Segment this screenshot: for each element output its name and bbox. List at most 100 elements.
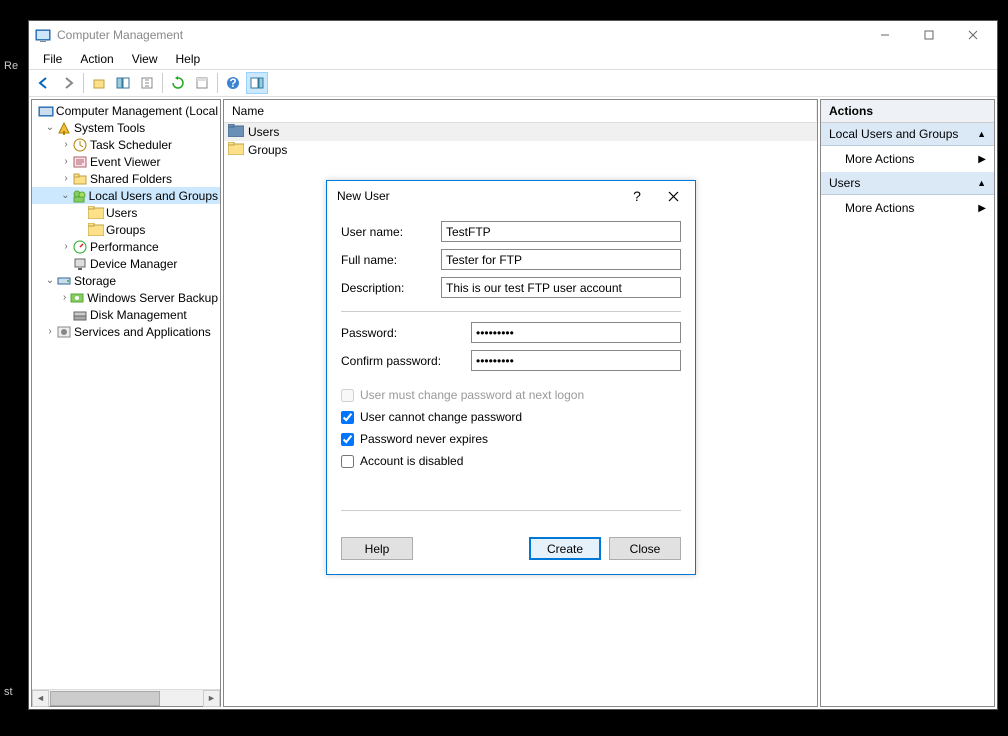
tree-services-apps[interactable]: › Services and Applications (32, 323, 220, 340)
cannot-change-checkbox[interactable] (341, 411, 354, 424)
tree-root[interactable]: Computer Management (Local (32, 102, 220, 119)
tree-label: Disk Management (90, 308, 187, 322)
never-expires-checkbox[interactable] (341, 433, 354, 446)
folder-icon (228, 142, 244, 158)
cropped-text: Re (4, 60, 18, 72)
close-button[interactable] (951, 21, 995, 49)
tree-shared-folders[interactable]: › Shared Folders (32, 170, 220, 187)
list-item-label: Groups (248, 143, 287, 157)
tree-ws-backup[interactable]: › Windows Server Backup (32, 289, 220, 306)
list-item-users[interactable]: Users (224, 123, 817, 141)
tree-pane: Computer Management (Local ⌄ System Tool… (31, 99, 221, 707)
help-button[interactable]: Help (341, 537, 413, 560)
actions-more-1[interactable]: More Actions ▶ (821, 146, 994, 172)
collapse-icon: ▲ (977, 129, 986, 139)
actions-section-lug[interactable]: Local Users and Groups ▲ (821, 123, 994, 146)
export-button[interactable] (136, 72, 158, 94)
actions-section-users[interactable]: Users ▲ (821, 172, 994, 195)
list-header[interactable]: Name (224, 100, 817, 123)
tree-label: Performance (90, 240, 159, 254)
checkbox-label: Account is disabled (360, 454, 463, 468)
must-change-checkbox (341, 389, 354, 402)
show-hide-button[interactable] (112, 72, 134, 94)
actions-pane: Actions Local Users and Groups ▲ More Ac… (820, 99, 995, 707)
properties-button[interactable] (191, 72, 213, 94)
actions-item-label: More Actions (845, 201, 914, 215)
scroll-thumb[interactable] (50, 691, 160, 706)
menu-view[interactable]: View (124, 50, 166, 68)
password-label: Password: (341, 326, 471, 340)
back-button[interactable] (33, 72, 55, 94)
password-input[interactable] (471, 322, 681, 343)
tree-label: Services and Applications (74, 325, 211, 339)
create-button[interactable]: Create (529, 537, 601, 560)
actions-more-2[interactable]: More Actions ▶ (821, 195, 994, 221)
tree-hscrollbar[interactable]: ◄ ► (32, 689, 220, 706)
tree-performance[interactable]: › Performance (32, 238, 220, 255)
tree-disk-mgmt[interactable]: Disk Management (32, 306, 220, 323)
toolbar: ? (29, 69, 997, 97)
forward-button[interactable] (57, 72, 79, 94)
menu-file[interactable]: File (35, 50, 70, 68)
menu-action[interactable]: Action (72, 50, 121, 68)
folder-icon (228, 124, 244, 140)
tree-label: Computer Management (Local (56, 104, 218, 118)
scroll-right-button[interactable]: ► (203, 690, 220, 707)
username-input[interactable] (441, 221, 681, 242)
submenu-icon: ▶ (978, 203, 986, 214)
tree-label: Local Users and Groups (89, 189, 218, 203)
menu-help[interactable]: Help (168, 50, 209, 68)
tree-label: Task Scheduler (90, 138, 172, 152)
actions-header: Actions (821, 100, 994, 123)
checkbox-label: User cannot change password (360, 410, 522, 424)
tree-label: Event Viewer (90, 155, 160, 169)
scroll-left-button[interactable]: ◄ (32, 690, 49, 707)
minimize-button[interactable] (863, 21, 907, 49)
refresh-button[interactable] (167, 72, 189, 94)
collapse-icon: ▲ (977, 178, 986, 188)
tree-task-scheduler[interactable]: › Task Scheduler (32, 136, 220, 153)
fullname-label: Full name: (341, 253, 441, 267)
column-name[interactable]: Name (224, 100, 817, 122)
dialog-titlebar[interactable]: New User ? (327, 181, 695, 211)
account-disabled-checkbox[interactable] (341, 455, 354, 468)
menubar: File Action View Help (29, 49, 997, 69)
description-label: Description: (341, 281, 441, 295)
up-button[interactable] (88, 72, 110, 94)
actions-item-label: More Actions (845, 152, 914, 166)
tree-local-users-groups[interactable]: ⌄ Local Users and Groups (32, 187, 220, 204)
fullname-input[interactable] (441, 249, 681, 270)
list-item-label: Users (248, 125, 279, 139)
tree-storage[interactable]: ⌄ Storage (32, 272, 220, 289)
close-dialog-button[interactable]: Close (609, 537, 681, 560)
username-label: User name: (341, 225, 441, 239)
dialog-title: New User (337, 189, 619, 203)
never-expires-checkbox-row[interactable]: Password never expires (341, 430, 681, 448)
help-button[interactable]: ? (222, 72, 244, 94)
tree-label: Groups (106, 223, 145, 237)
tree-event-viewer[interactable]: › Event Viewer (32, 153, 220, 170)
description-input[interactable] (441, 277, 681, 298)
checkbox-label: Password never expires (360, 432, 488, 446)
actions-section-label: Local Users and Groups (829, 127, 958, 141)
dialog-close-button[interactable] (655, 183, 691, 209)
tree-groups[interactable]: Groups (32, 221, 220, 238)
tree-label: Windows Server Backup (87, 291, 218, 305)
action-pane-button[interactable] (246, 72, 268, 94)
maximize-button[interactable] (907, 21, 951, 49)
tree[interactable]: Computer Management (Local ⌄ System Tool… (32, 100, 220, 689)
list-item-groups[interactable]: Groups (224, 141, 817, 159)
confirm-password-input[interactable] (471, 350, 681, 371)
cannot-change-checkbox-row[interactable]: User cannot change password (341, 408, 681, 426)
submenu-icon: ▶ (978, 154, 986, 165)
app-icon (35, 27, 51, 43)
tree-label: Storage (74, 274, 116, 288)
titlebar[interactable]: Computer Management (29, 21, 997, 49)
tree-label: Users (106, 206, 137, 220)
tree-device-manager[interactable]: Device Manager (32, 255, 220, 272)
actions-section-label: Users (829, 176, 860, 190)
disabled-checkbox-row[interactable]: Account is disabled (341, 452, 681, 470)
tree-users[interactable]: Users (32, 204, 220, 221)
tree-system-tools[interactable]: ⌄ System Tools (32, 119, 220, 136)
dialog-help-button[interactable]: ? (619, 183, 655, 209)
